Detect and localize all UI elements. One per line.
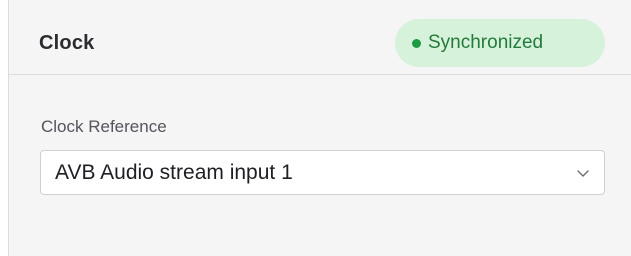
status-dot-icon (412, 39, 421, 48)
clock-panel: Clock Synchronized Clock Reference AVB A… (8, 0, 631, 256)
clock-reference-value: AVB Audio stream input 1 (55, 161, 293, 184)
status-badge: Synchronized (395, 19, 605, 67)
clock-reference-select[interactable]: AVB Audio stream input 1 (40, 150, 605, 195)
panel-title: Clock (39, 32, 95, 54)
status-badge-label: Synchronized (428, 32, 544, 53)
clock-reference-label: Clock Reference (41, 117, 167, 136)
panel-header: Clock Synchronized (9, 0, 631, 75)
chevron-down-icon (577, 170, 589, 177)
